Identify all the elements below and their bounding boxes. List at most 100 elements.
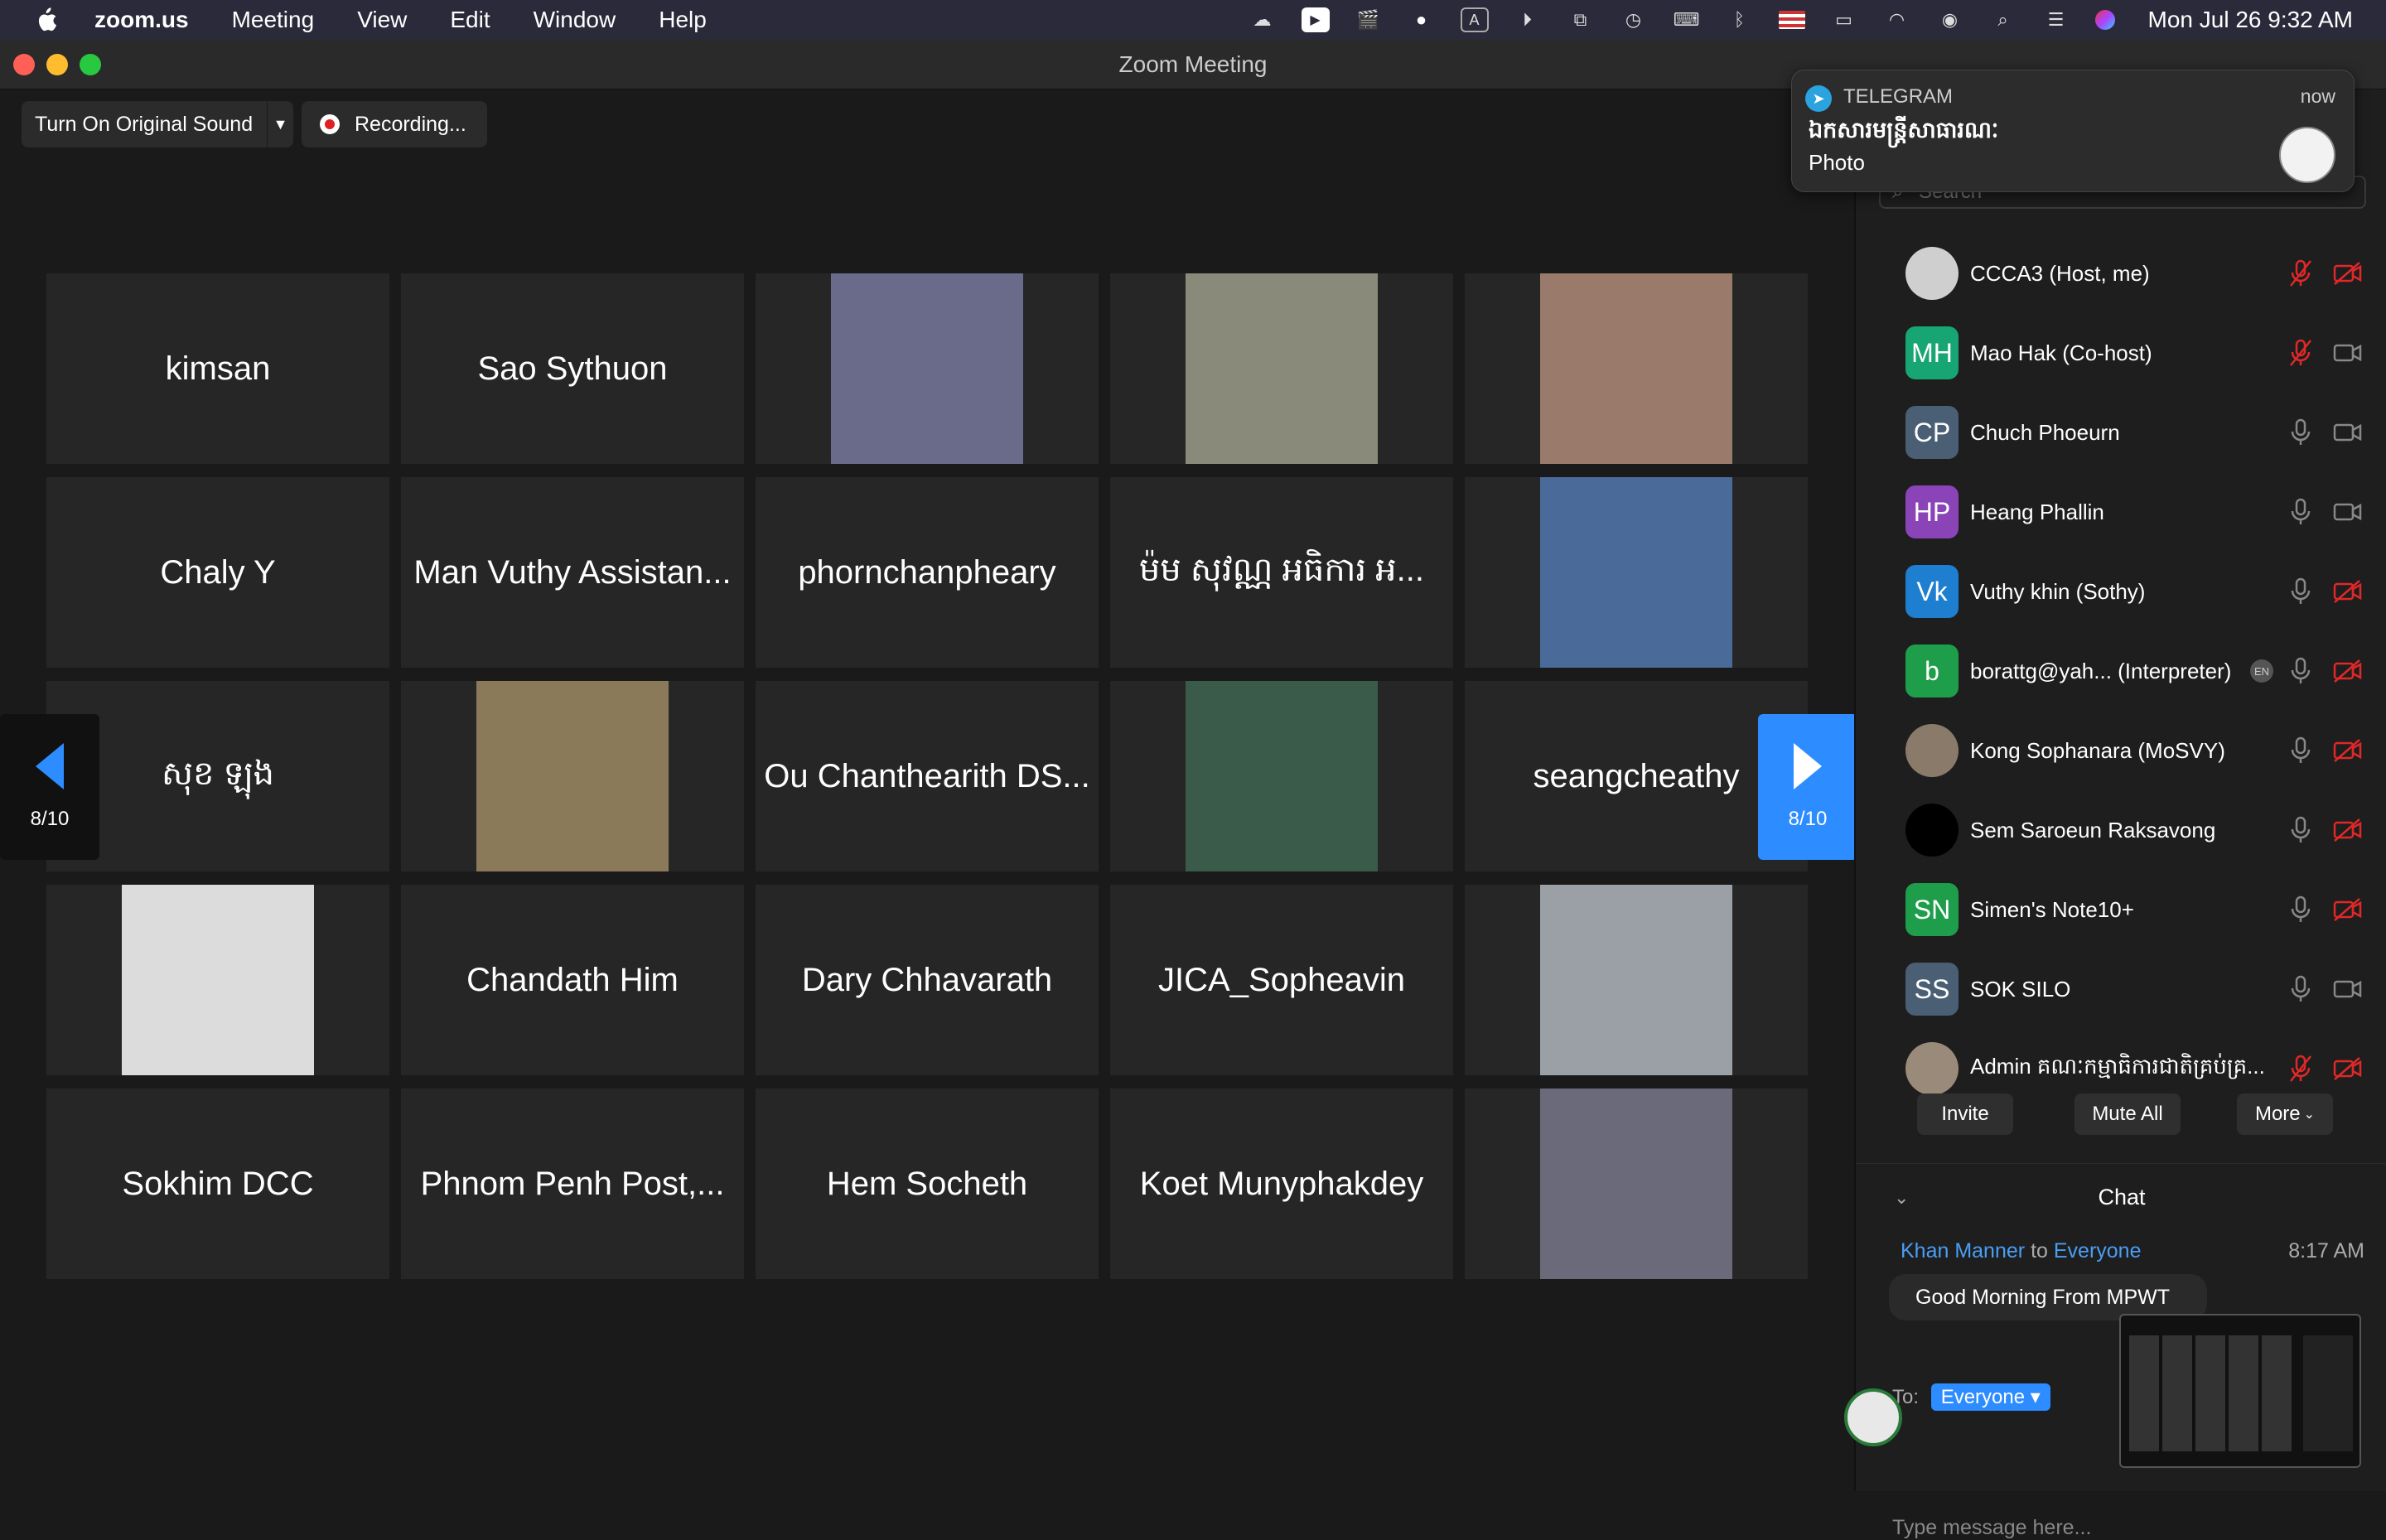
mic-icon[interactable] <box>2288 418 2313 447</box>
participant-row[interactable]: b borattg@yah... (Interpreter) EN <box>1856 631 2386 711</box>
time-machine-icon[interactable]: ◷ <box>1620 7 1648 32</box>
chat-title: Chat <box>2098 1185 2146 1209</box>
wifi-icon[interactable]: ◠ <box>1883 7 1911 32</box>
video-tile[interactable] <box>401 681 744 871</box>
mic-icon[interactable] <box>2288 896 2313 924</box>
video-tile[interactable]: Ou Chanthearith DS... <box>756 681 1099 871</box>
clapper-icon[interactable]: 🎬 <box>1355 7 1383 32</box>
participant-row[interactable]: Vk Vuthy khin (Sothy) <box>1856 552 2386 631</box>
video-off-icon[interactable] <box>2333 261 2363 286</box>
creative-cloud-icon[interactable]: ☁ <box>1249 7 1277 32</box>
original-sound-button[interactable]: Turn On Original Sound ▼ <box>22 101 293 147</box>
video-off-icon[interactable] <box>2333 579 2363 604</box>
participant-row[interactable]: CP Chuch Phoeurn <box>1856 393 2386 472</box>
recording-button[interactable]: Recording... <box>302 101 487 147</box>
video-icon[interactable] <box>2333 340 2363 365</box>
zoom-status-icon[interactable]: ▶ <box>1301 7 1330 32</box>
chat-message-input[interactable]: Type message here... <box>1892 1516 2091 1540</box>
play-circle-icon[interactable]: ⏵ <box>1514 7 1542 32</box>
participant-row[interactable]: SS SOK SILO <box>1856 949 2386 1029</box>
menu-view[interactable]: View <box>357 7 407 33</box>
video-icon[interactable] <box>2333 977 2363 1002</box>
next-page-button[interactable]: 8/10 <box>1758 714 1857 860</box>
video-tile[interactable]: kimsan <box>46 273 389 464</box>
control-center-icon[interactable]: ☰ <box>2042 7 2070 32</box>
video-icon[interactable] <box>2333 420 2363 445</box>
avatar: HP <box>1905 485 1959 538</box>
participant-row[interactable]: Sem Saroeun Raksavong <box>1856 790 2386 870</box>
video-tile[interactable]: Hem Socheth <box>756 1089 1099 1279</box>
video-off-icon[interactable] <box>2333 1056 2363 1081</box>
mic-icon[interactable] <box>2288 736 2313 765</box>
video-off-icon[interactable] <box>2333 738 2363 763</box>
mic-icon[interactable] <box>2288 816 2313 844</box>
video-tile[interactable] <box>1465 885 1808 1075</box>
mic-icon[interactable] <box>2288 577 2313 606</box>
telegram-status-icon[interactable]: ● <box>1408 7 1436 32</box>
participant-row[interactable]: Kong Sophanara (MoSVY) <box>1856 711 2386 790</box>
invite-button[interactable]: Invite <box>1917 1093 2013 1135</box>
text-a-icon[interactable]: A <box>1460 7 1489 32</box>
video-tile[interactable]: Chandath Him <box>401 885 744 1075</box>
participant-row[interactable]: HP Heang Phallin <box>1856 472 2386 552</box>
mic-icon[interactable] <box>2288 975 2313 1003</box>
video-off-icon[interactable] <box>2333 659 2363 683</box>
collapse-chevron-icon[interactable]: ⌄ <box>1894 1187 1909 1209</box>
participant-row[interactable]: CCCA3 (Host, me) <box>1856 234 2386 313</box>
chat-sender[interactable]: Khan Manner <box>1901 1239 2025 1262</box>
video-off-icon[interactable] <box>2333 818 2363 842</box>
arrow-left-icon <box>36 743 64 789</box>
menu-edit[interactable]: Edit <box>450 7 490 33</box>
participant-row[interactable]: MH Mao Hak (Co-host) <box>1856 313 2386 393</box>
siri-icon[interactable] <box>2094 10 2115 30</box>
menu-window[interactable]: Window <box>534 7 616 33</box>
video-tile[interactable]: Man Vuthy Assistan... <box>401 477 744 668</box>
mic-muted-icon[interactable] <box>2288 259 2313 287</box>
mic-icon[interactable] <box>2288 498 2313 526</box>
menu-help[interactable]: Help <box>659 7 707 33</box>
bluetooth-icon[interactable]: ᛒ <box>1726 7 1754 32</box>
chevron-down-icon[interactable]: ▼ <box>267 101 293 147</box>
video-tile[interactable]: JICA_Sopheavin <box>1110 885 1453 1075</box>
telegram-notification[interactable]: ➤ TELEGRAM now ឯកសារមន្ត្រីសាធារណៈ Photo <box>1791 70 2355 192</box>
video-tile[interactable] <box>1465 1089 1808 1279</box>
mute-all-button[interactable]: Mute All <box>2074 1093 2181 1135</box>
video-tile[interactable] <box>1110 273 1453 464</box>
video-tile[interactable]: Phnom Penh Post,... <box>401 1089 744 1279</box>
video-tile[interactable] <box>1110 681 1453 871</box>
mic-muted-icon[interactable] <box>2288 1055 2313 1083</box>
video-tile[interactable] <box>1465 477 1808 668</box>
menubar-clock[interactable]: Mon Jul 26 9:32 AM <box>2148 7 2353 33</box>
video-icon[interactable] <box>2333 500 2363 524</box>
video-tile[interactable]: ម៉ម សុវណ្ណ អធិការ អ... <box>1110 477 1453 668</box>
video-tile[interactable] <box>46 885 389 1075</box>
video-off-icon[interactable] <box>2333 897 2363 922</box>
mic-muted-icon[interactable] <box>2288 339 2313 367</box>
video-tile[interactable]: phornchanpheary <box>756 477 1099 668</box>
chat-to-selector[interactable]: Everyone ▾ <box>1930 1383 2050 1411</box>
menu-app-name[interactable]: zoom.us <box>94 7 189 33</box>
battery-icon[interactable]: ▭ <box>1830 7 1858 32</box>
previous-page-button[interactable]: 8/10 <box>0 714 99 860</box>
share-screen-icon[interactable]: ⧉ <box>1567 7 1595 32</box>
screen-preview-thumbnail[interactable] <box>2119 1314 2361 1468</box>
video-tile[interactable]: seangcheathy <box>1465 681 1808 871</box>
apple-menu-icon[interactable] <box>33 6 58 34</box>
more-button[interactable]: More ⌄ <box>2237 1093 2333 1135</box>
more-label: More <box>2254 1103 2301 1125</box>
video-tile[interactable]: Koet Munyphakdey <box>1110 1089 1453 1279</box>
video-tile[interactable]: Dary Chhavarath <box>756 885 1099 1075</box>
keyboard-icon[interactable]: ⌨ <box>1673 7 1701 32</box>
participant-row[interactable]: SN Simen's Note10+ <box>1856 870 2386 949</box>
menu-meeting[interactable]: Meeting <box>232 7 315 33</box>
chat-recipient[interactable]: Everyone <box>2054 1239 2142 1262</box>
us-flag-icon[interactable] <box>1778 11 1805 29</box>
video-tile[interactable]: Sao Sythuon <box>401 273 744 464</box>
video-tile[interactable] <box>1465 273 1808 464</box>
video-tile[interactable]: Chaly Y <box>46 477 389 668</box>
spotlight-search-icon[interactable]: ⌕ <box>1989 7 2017 32</box>
user-account-icon[interactable]: ◉ <box>1936 7 1964 32</box>
mic-icon[interactable] <box>2288 657 2313 685</box>
video-tile[interactable]: Sokhim DCC <box>46 1089 389 1279</box>
video-tile[interactable] <box>756 273 1099 464</box>
